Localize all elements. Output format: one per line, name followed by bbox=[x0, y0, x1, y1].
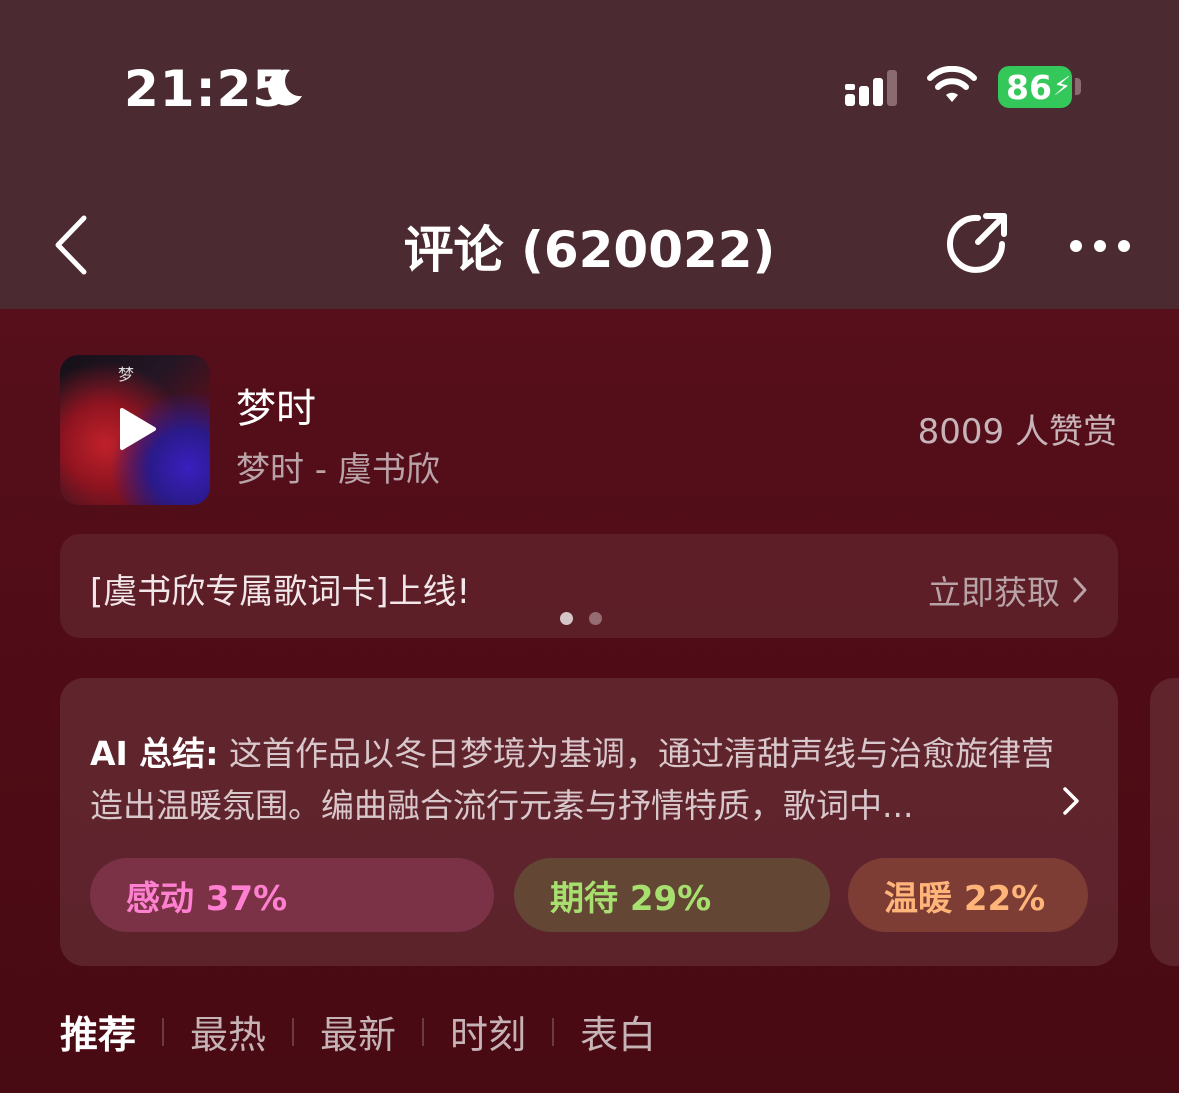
banner-text: [虞书欣专属歌词卡]上线! bbox=[90, 572, 471, 612]
tab-recommended[interactable]: 推荐 bbox=[60, 1004, 136, 1059]
wifi-icon bbox=[927, 66, 977, 102]
battery-cap bbox=[1075, 78, 1081, 95]
banner-action-button[interactable]: 立即获取 bbox=[928, 566, 1088, 614]
tab-moments[interactable]: 时刻 bbox=[450, 1004, 526, 1059]
comment-sort-tabs: 推荐 最热 最新 时刻 表白 bbox=[60, 1004, 656, 1059]
ai-summary-text: AI 总结: 这首作品以冬日梦境为基调，通过清甜声线与治愈旋律营造出温暖氛围。编… bbox=[90, 728, 1060, 832]
battery-level: 86 bbox=[1006, 67, 1052, 107]
tab-divider bbox=[552, 1017, 555, 1046]
banner-action-label: 立即获取 bbox=[928, 573, 1060, 612]
song-title[interactable]: 梦时 bbox=[236, 376, 316, 434]
appreciation-count[interactable]: 8009 人赞赏 bbox=[918, 404, 1117, 453]
more-icon[interactable] bbox=[1068, 238, 1132, 254]
battery-indicator: 86 ⚡ bbox=[998, 66, 1072, 108]
chevron-right-icon bbox=[1073, 577, 1087, 603]
tab-newest[interactable]: 最新 bbox=[320, 1004, 396, 1059]
play-icon[interactable] bbox=[118, 406, 158, 452]
tab-divider bbox=[422, 1017, 425, 1046]
song-artist[interactable]: 梦时 - 虞书欣 bbox=[236, 442, 440, 491]
emotion-tag-moved[interactable]: 感动 37% bbox=[90, 858, 494, 932]
share-icon[interactable] bbox=[944, 210, 1010, 276]
page-dot bbox=[589, 612, 602, 625]
tab-divider bbox=[162, 1017, 165, 1046]
page-dot bbox=[560, 612, 573, 625]
ai-summary-card[interactable]: AI 总结: 这首作品以冬日梦境为基调，通过清甜声线与治愈旋律营造出温暖氛围。编… bbox=[60, 678, 1118, 966]
tab-hottest[interactable]: 最热 bbox=[190, 1004, 266, 1059]
ai-summary-label: AI 总结: bbox=[90, 734, 219, 773]
tab-divider bbox=[292, 1017, 295, 1046]
next-card-peek[interactable] bbox=[1150, 678, 1179, 966]
charging-icon: ⚡ bbox=[1052, 72, 1072, 102]
moon-icon bbox=[268, 69, 302, 106]
emotion-tag-warm[interactable]: 温暖 22% bbox=[848, 858, 1088, 932]
tab-confession[interactable]: 表白 bbox=[580, 1004, 656, 1059]
cover-title-text: 梦 bbox=[118, 365, 135, 384]
promo-banner[interactable]: [虞书欣专属歌词卡]上线! 立即获取 bbox=[60, 534, 1118, 638]
ai-summary-body: 这首作品以冬日梦境为基调，通过清甜声线与治愈旋律营造出温暖氛围。编曲融合流行元素… bbox=[90, 734, 1055, 825]
signal-icon bbox=[845, 70, 897, 106]
chevron-right-icon[interactable] bbox=[1062, 786, 1080, 816]
banner-page-indicator bbox=[560, 612, 602, 625]
emotion-tag-expect[interactable]: 期待 29% bbox=[514, 858, 830, 932]
